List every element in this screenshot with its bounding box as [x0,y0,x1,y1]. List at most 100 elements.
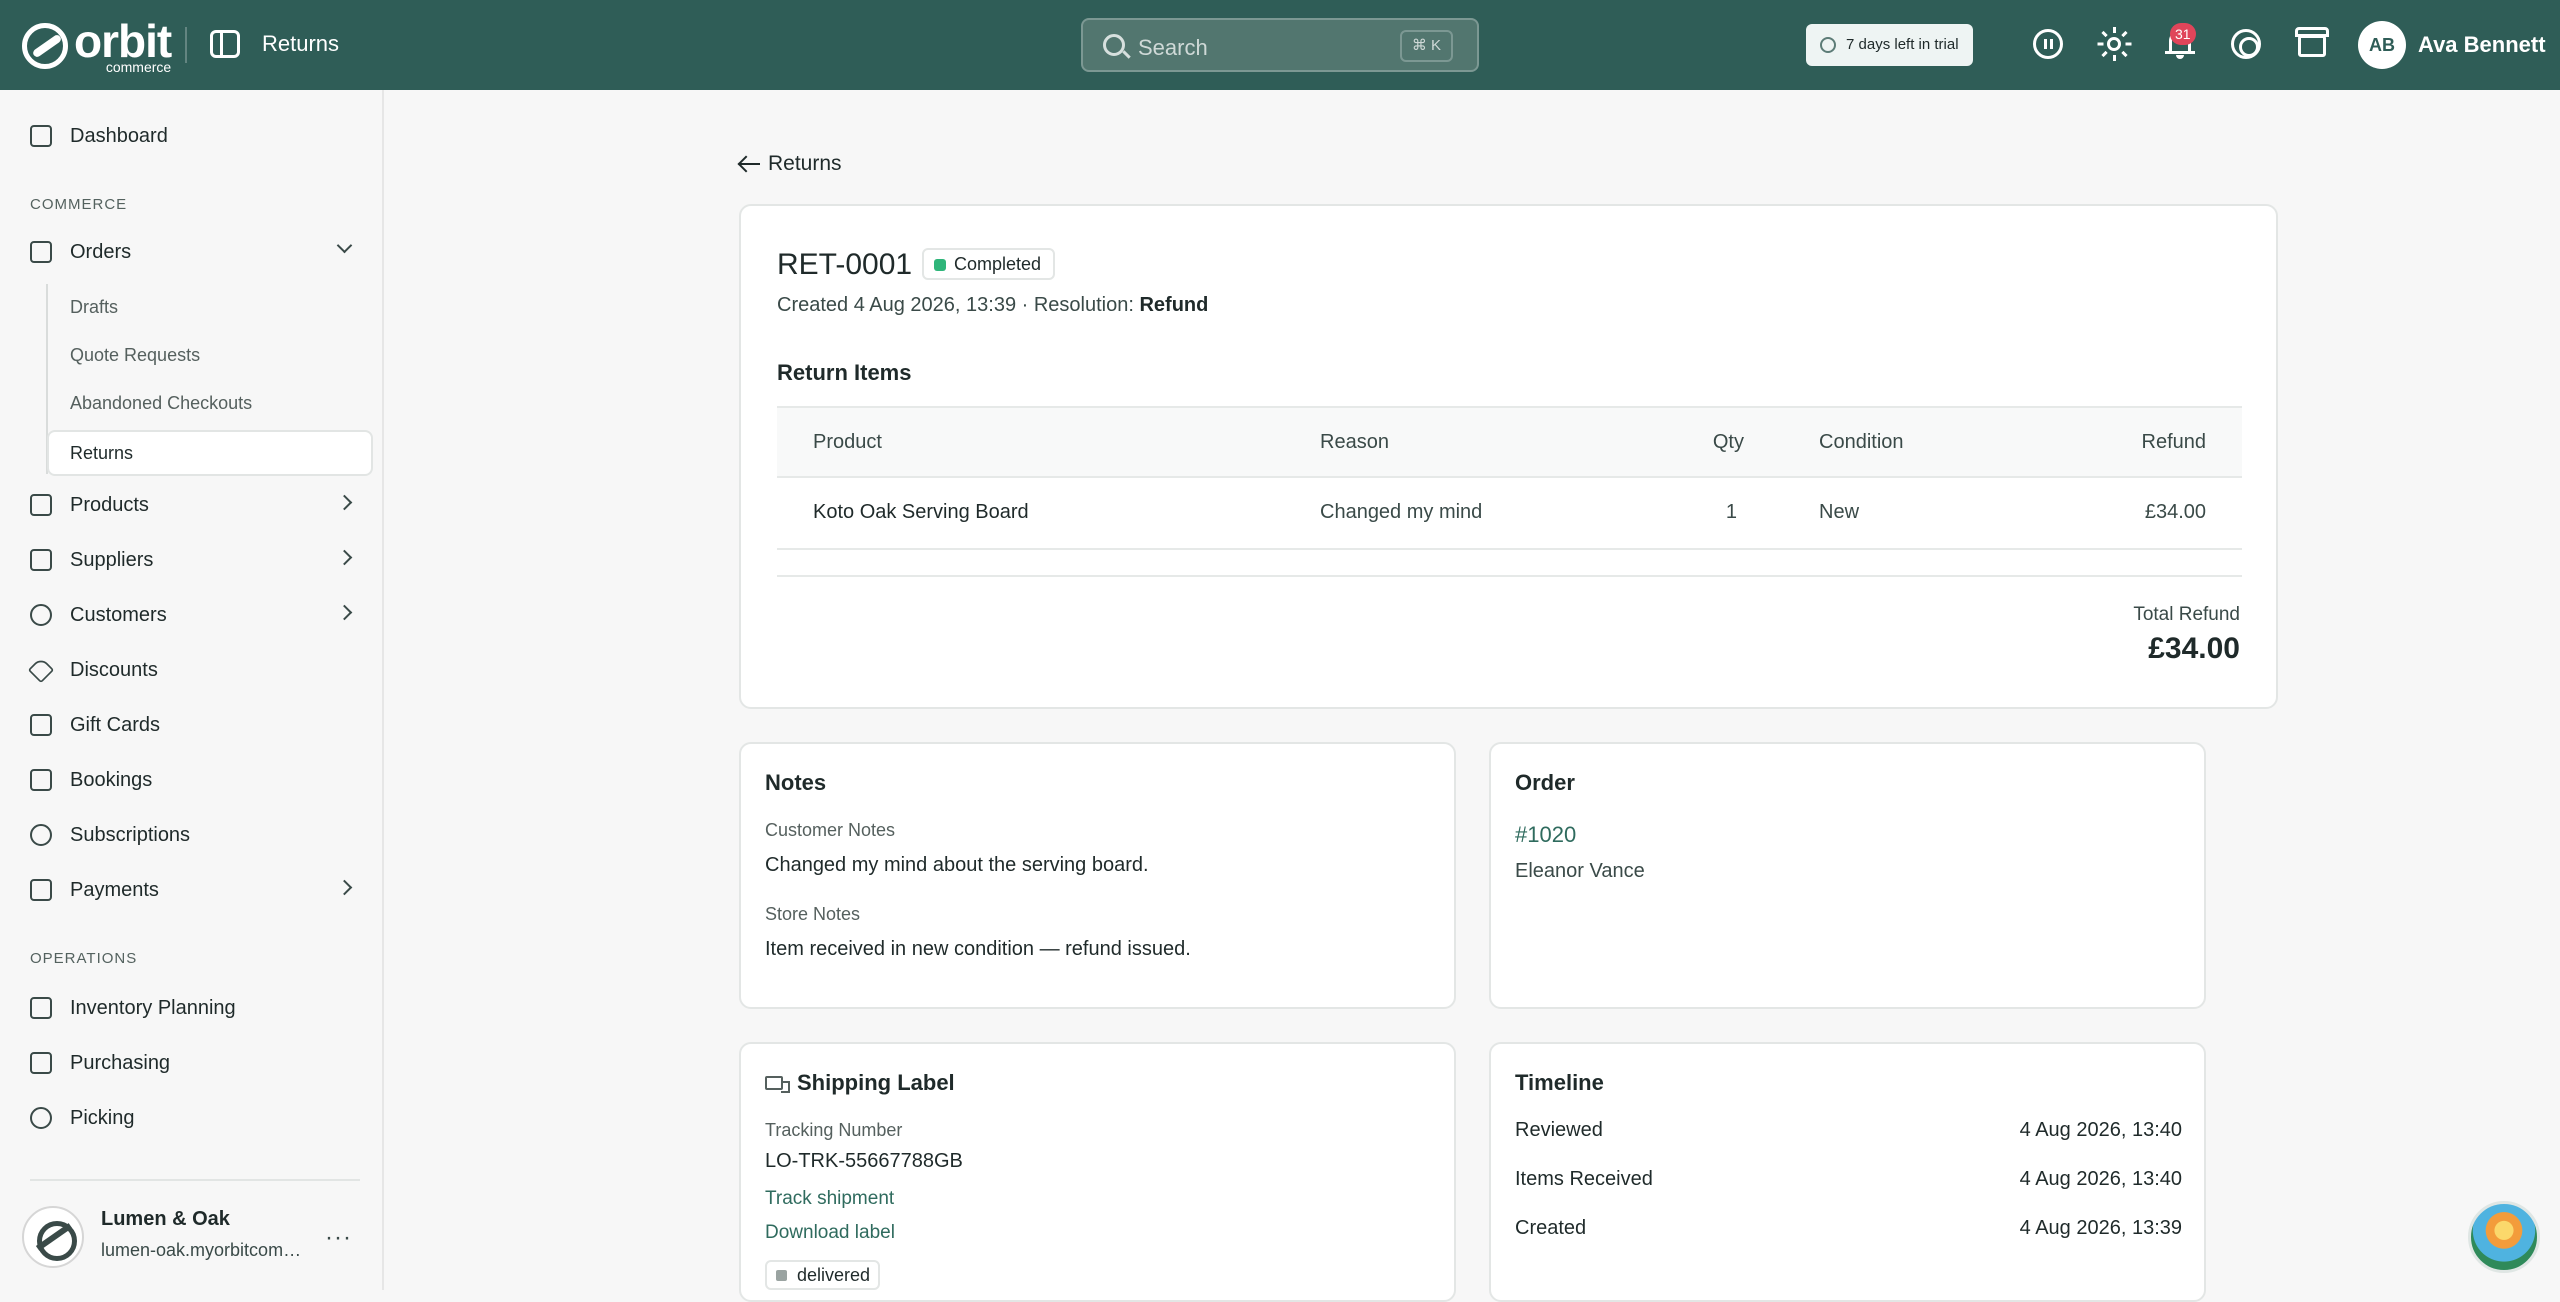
sidebar-item-label: Subscriptions [70,823,191,846]
tag-icon [27,656,55,684]
gift-icon [30,714,52,736]
sidebar-item-subscriptions[interactable]: Subscriptions [30,815,360,855]
shipment-status-badge: delivered [765,1260,881,1290]
sidebar-item-dashboard[interactable]: Dashboard [30,116,360,156]
sidebar-item-label: Bookings [70,768,153,791]
sidebar-item-bookings[interactable]: Bookings [30,760,360,800]
store-icon[interactable] [2295,27,2329,61]
download-label-link[interactable]: Download label [765,1222,895,1244]
timeline-event-time: 4 Aug 2026, 13:39 [2019,1217,2182,1239]
item-qty: 1 [1725,501,1737,523]
search-shortcut: ⌘ K [1399,30,1453,62]
chevron-down-icon [336,237,353,254]
help-lifebuoy-icon[interactable] [2229,27,2263,61]
order-customer: Eleanor Vance [1515,860,1645,882]
table-row[interactable]: Koto Oak Serving Board Changed my mind 1… [777,478,2242,550]
track-shipment-link[interactable]: Track shipment [765,1188,894,1210]
sidebar-item-quote-requests[interactable]: Quote Requests [70,345,200,366]
clock-icon [1820,37,1836,53]
item-condition: New [1819,501,1860,523]
col-reason: Reason [1320,431,1389,453]
tracking-number: LO-TRK-55667788GB [765,1150,963,1172]
total-refund-label: Total Refund [2133,604,2240,625]
sidebar-item-payments[interactable]: Payments [30,870,360,910]
col-condition: Condition [1819,431,1904,453]
store-name[interactable]: Lumen & Oak [101,1208,230,1231]
sidebar-item-label: Returns [70,443,134,463]
clipboard-icon [30,997,52,1019]
timeline-heading: Timeline [1515,1070,1604,1095]
refresh-icon [30,824,52,846]
search-input[interactable]: Search ⌘ K [1081,18,1479,72]
sidebar-item-label: Gift Cards [70,713,161,736]
created-text: Created 4 Aug 2026, 13:39 · Resolution: [777,294,1140,316]
sidebar-item-products[interactable]: Products [30,485,360,525]
item-refund: £34.00 [2144,501,2206,523]
page-title: Returns [262,31,340,56]
notes-heading: Notes [765,770,827,795]
sidebar-item-label: Picking [70,1106,135,1129]
customer-notes-text: Changed my mind about the serving board. [765,854,1149,876]
calendar-icon [30,769,52,791]
timeline-event: Items Received 4 Aug 2026, 13:40 [1515,1168,2182,1196]
sidebar-toggle-icon[interactable] [210,30,240,58]
sidebar-item-suppliers[interactable]: Suppliers [30,540,360,580]
sidebar-item-label: Payments [70,878,159,901]
sidebar-item-label: Purchasing [70,1051,171,1074]
assistant-button[interactable] [2468,1201,2540,1273]
chevron-right-icon [336,879,353,896]
return-meta: Created 4 Aug 2026, 13:39 · Resolution: … [777,294,1208,317]
timeline-event: Created 4 Aug 2026, 13:39 [1515,1217,2182,1245]
sidebar-item-drafts[interactable]: Drafts [70,297,118,318]
section-commerce: COMMERCE [30,196,128,213]
sidebar-item-label: Orders [70,240,132,263]
sidebar-item-customers[interactable]: Customers [30,595,360,635]
sidebar-item-gift-cards[interactable]: Gift Cards [30,705,360,745]
sidebar-item-label: Dashboard [70,124,168,147]
tracking-number-label: Tracking Number [765,1120,903,1140]
trial-label: 7 days left in trial [1846,36,1959,53]
col-refund: Refund [2141,431,2207,453]
table-header: Product Reason Qty Condition Refund [777,406,2242,478]
return-items-table: Product Reason Qty Condition Refund Koto… [777,406,2242,550]
sidebar-item-purchasing[interactable]: Purchasing [30,1043,360,1083]
timeline-event-time: 4 Aug 2026, 13:40 [2019,1119,2182,1141]
col-product: Product [813,431,882,453]
pause-icon[interactable] [2031,27,2065,61]
sidebar-item-picking[interactable]: Picking [30,1098,360,1138]
chevron-right-icon [336,494,353,511]
sidebar-item-returns[interactable]: Returns [47,430,373,476]
order-number-link[interactable]: #1020 [1515,822,1576,848]
orbit-logo-icon [22,23,68,69]
chevron-right-icon [336,604,353,621]
sidebar-item-abandoned-checkouts[interactable]: Abandoned Checkouts [70,393,252,414]
theme-sun-icon[interactable] [2097,27,2132,61]
chevron-right-icon [336,549,353,566]
sidebar-item-discounts[interactable]: Discounts [27,650,360,690]
sidebar-item-label: Discounts [70,658,158,681]
notes-card: Notes Customer Notes Changed my mind abo… [739,742,1456,1009]
shipping-label-card: Shipping Label Tracking Number LO-TRK-55… [739,1042,1456,1302]
avatar[interactable]: AB [2358,21,2406,69]
timeline-event: Reviewed 4 Aug 2026, 13:40 [1515,1119,2182,1147]
back-link[interactable]: Returns [740,152,842,176]
shipping-heading: Shipping Label [797,1070,955,1095]
sidebar-item-inventory-planning[interactable]: Inventory Planning [30,988,360,1028]
return-id: RET-0001 [777,248,913,281]
trial-button[interactable]: 7 days left in trial [1806,24,1973,66]
store-menu-button[interactable]: ··· [325,1224,352,1252]
search-placeholder: Search [1138,35,1208,60]
sidebar-item-label: Suppliers [70,548,154,571]
resolution-value: Refund [1139,294,1209,316]
store-url: lumen-oak.myorbitcommerce.com [101,1240,306,1260]
col-qty: Qty [1712,431,1744,453]
orbit-logo[interactable]: orbit commerce [22,18,172,74]
dashboard-icon [30,125,52,147]
item-reason: Changed my mind [1320,501,1483,523]
topbar-divider [185,27,187,63]
store-avatar[interactable] [22,1206,84,1268]
item-product: Koto Oak Serving Board [813,501,1029,523]
sidebar-item-orders[interactable]: Orders [30,232,360,272]
user-name[interactable]: Ava Bennett [2418,32,2546,58]
table-divider [777,575,2242,577]
